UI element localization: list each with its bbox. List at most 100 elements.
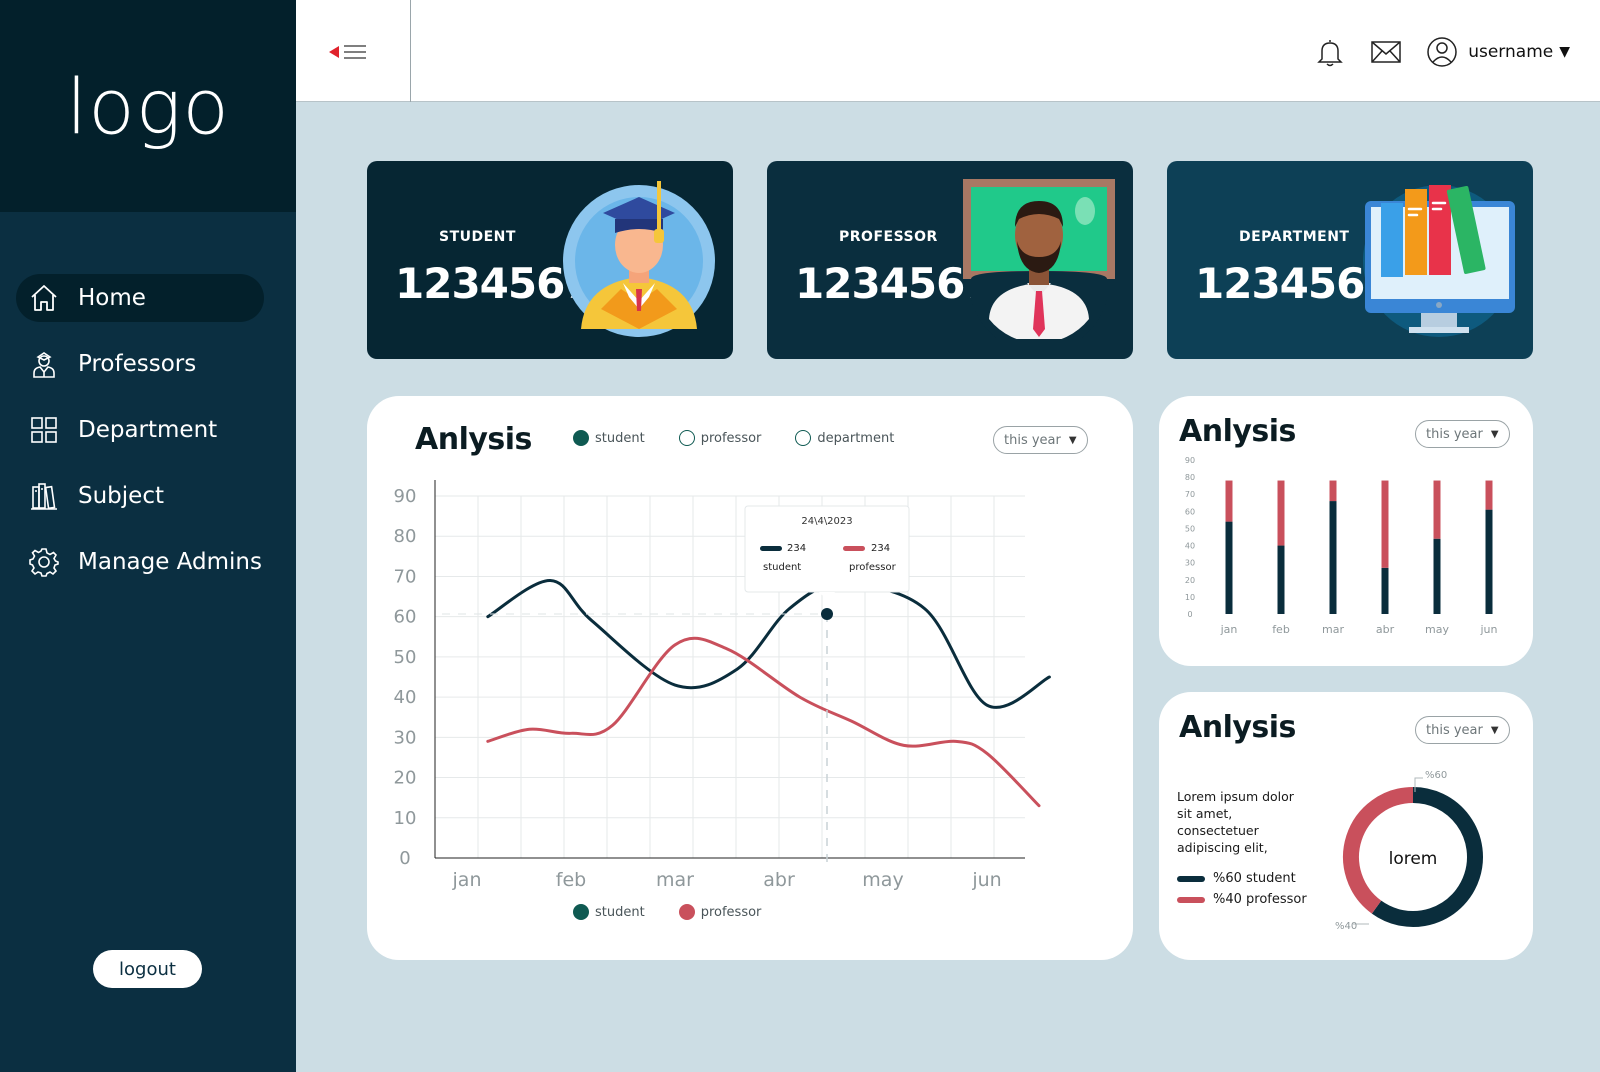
y-tick-label: 30 [1185, 559, 1195, 568]
professor-icon [961, 179, 1117, 353]
menu-collapse-icon[interactable] [326, 38, 370, 66]
stat-label: STUDENT [439, 229, 516, 245]
line-chart: 0 10 20 30 40 50 60 70 80 90 jan feb mar abr may jun 2… [394, 480, 1051, 891]
sidebar-item-department[interactable]: Department [16, 406, 264, 454]
top-bar: username ▼ [296, 0, 1600, 102]
stat-label: PROFESSOR [839, 229, 938, 245]
chevron-down-icon[interactable]: ▼ [1559, 44, 1570, 60]
student-bar [1329, 501, 1337, 614]
professor-bar [1485, 480, 1493, 510]
analysis-donut-panel: Anlysis this year ▼ Lorem ipsum dolor si… [1159, 692, 1533, 960]
professor-icon [28, 348, 60, 380]
tooltip-pointer [819, 592, 835, 600]
y-tick-label: 90 [394, 486, 417, 507]
tooltip-point [821, 608, 833, 620]
legend-label: student [595, 904, 645, 920]
x-tick-label: feb [1272, 623, 1290, 636]
tooltip-student-label: student [763, 562, 801, 573]
student-bar [1277, 545, 1285, 614]
y-tick-label: 30 [394, 727, 417, 748]
x-tick-label: jun [971, 869, 1001, 891]
professor-bar [1433, 480, 1441, 539]
x-tick-label: mar [656, 869, 694, 891]
stat-label: DEPARTMENT [1239, 229, 1350, 245]
filled-dot-icon [573, 904, 589, 920]
sidebar-item-home[interactable]: Home [16, 274, 264, 322]
user-icon[interactable] [1424, 34, 1460, 70]
sidebar-nav: Home Professors Department Subject Manag… [16, 274, 264, 604]
x-tick-label: jan [452, 869, 482, 891]
logout-button[interactable]: logout [93, 950, 202, 988]
mail-icon[interactable] [1368, 34, 1404, 70]
y-tick-label: 70 [394, 566, 417, 587]
x-axis-ticks: jan feb mar abr may jun [452, 869, 1002, 891]
callout-label: %60 [1425, 770, 1447, 781]
professor-stat-card[interactable]: PROFESSOR 1234567 [767, 161, 1133, 359]
x-tick-label: abr [763, 869, 795, 891]
donut-chart: lorem %60 %40 [1335, 770, 1483, 932]
books-monitor-icon [1361, 179, 1517, 339]
y-tick-label: 20 [394, 768, 417, 789]
student-bar [1433, 538, 1441, 614]
x-tick-label: feb [556, 869, 586, 891]
tooltip-professor-label: professor [849, 562, 897, 573]
y-tick-label: 90 [1185, 456, 1195, 465]
y-tick-label: 60 [1185, 507, 1195, 516]
y-axis-ticks: 0 10 20 30 40 50 60 70 80 90 [1185, 456, 1195, 619]
student-bar [1485, 509, 1493, 614]
sidebar: logo Home Professors Department Subject [0, 0, 296, 1072]
department-stat-card[interactable]: DEPARTMENT 1234567 [1167, 161, 1533, 359]
bar-chart: 0 10 20 30 40 50 60 70 80 90 jan feb mar abr may jun [1185, 456, 1498, 636]
y-tick-label: 80 [394, 526, 417, 547]
student-bar [1225, 521, 1233, 614]
sidebar-item-manage-admins[interactable]: Manage Admins [16, 538, 264, 586]
tooltip-professor-swatch [843, 546, 865, 551]
y-tick-label: 10 [394, 808, 417, 829]
student-stat-card[interactable]: STUDENT 1234567 [367, 161, 733, 359]
bell-icon[interactable] [1312, 34, 1348, 70]
student-bar [1381, 567, 1389, 614]
legend-label: professor [700, 904, 762, 920]
y-tick-label: 0 [399, 848, 410, 869]
sidebar-item-label: Manage Admins [78, 549, 262, 575]
donut-center-label: lorem [1389, 849, 1438, 869]
username-label[interactable]: username [1468, 42, 1553, 62]
tooltip-professor-value: 234 [871, 543, 890, 554]
y-tick-label: 80 [1185, 473, 1195, 482]
graduate-icon [561, 179, 717, 339]
professor-bar [1277, 480, 1285, 546]
books-icon [28, 480, 60, 512]
chart-series [1225, 480, 1493, 614]
y-tick-label: 20 [1185, 576, 1195, 585]
sidebar-item-label: Department [78, 417, 218, 443]
professor-bar [1225, 480, 1233, 522]
sidebar-item-label: Home [78, 285, 146, 311]
legend-professor[interactable]: professor [678, 904, 762, 920]
y-tick-label: 60 [394, 607, 417, 628]
analysis-line-panel: Anlysis student professor department thi… [367, 396, 1133, 960]
sidebar-item-subject[interactable]: Subject [16, 472, 264, 520]
x-tick-label: jan [1220, 623, 1238, 636]
legend-student[interactable]: student [573, 904, 645, 920]
x-tick-label: mar [1322, 623, 1344, 636]
student-line [486, 578, 1051, 709]
tooltip-date: 24\4\2023 [801, 516, 852, 527]
y-tick-label: 50 [394, 647, 417, 668]
y-tick-label: 40 [394, 687, 417, 708]
grid-icon [28, 414, 60, 446]
logo[interactable]: logo [66, 62, 230, 151]
logo-area: logo [0, 0, 296, 212]
professor-bar [1381, 480, 1389, 568]
chart-legend-bottom: student professor [573, 904, 795, 920]
callout-label: %40 [1335, 921, 1357, 932]
sidebar-item-label: Professors [78, 351, 197, 377]
home-icon [28, 282, 60, 314]
gear-icon [28, 546, 60, 578]
y-tick-label: 70 [1185, 490, 1195, 499]
header-actions: username ▼ [1292, 32, 1570, 72]
professor-bar [1329, 480, 1337, 502]
y-tick-label: 40 [1185, 542, 1195, 551]
header-divider [410, 0, 411, 102]
x-tick-label: may [1425, 623, 1449, 636]
sidebar-item-professors[interactable]: Professors [16, 340, 264, 388]
